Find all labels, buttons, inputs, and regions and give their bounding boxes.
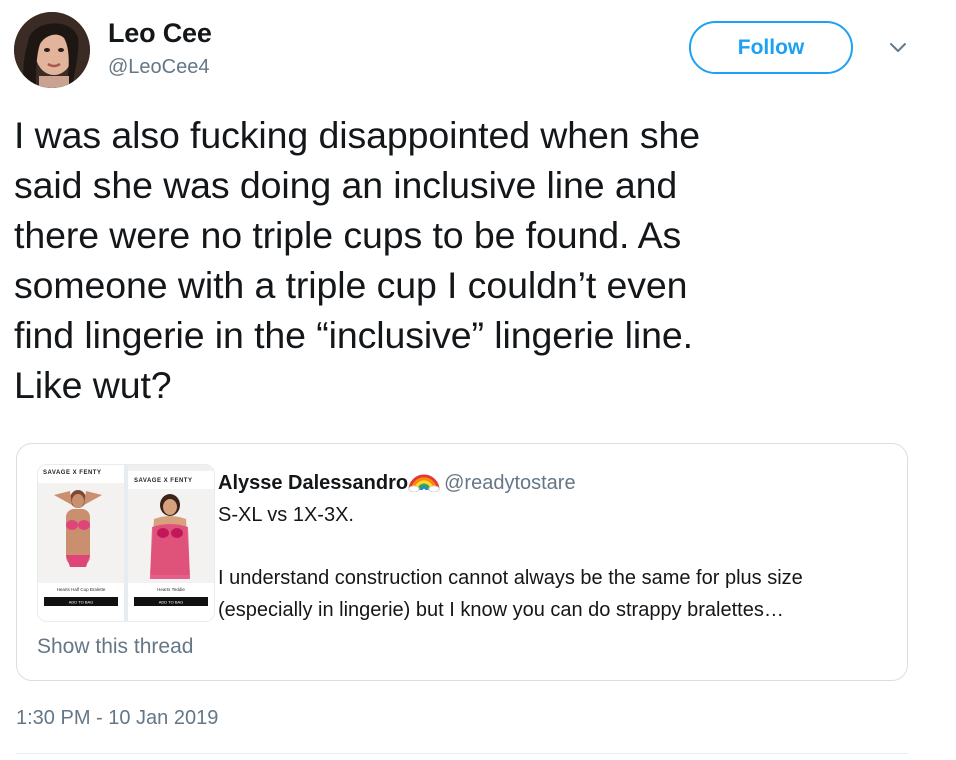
rainbow-emoji-icon: [408, 468, 440, 493]
media-cta-right: ADD TO BAG: [159, 600, 184, 605]
media-brand-right: SAVAGE X FENTY: [134, 478, 192, 484]
user-avatar-photo: [14, 12, 90, 88]
tweet-text: I was also fucking disappointed when she…: [14, 110, 914, 410]
chevron-down-icon[interactable]: [887, 37, 909, 59]
media-cta-left: ADD TO BAG: [69, 600, 94, 605]
quoted-tweet-header[interactable]: Alysse Dalessandro @readytostare: [218, 468, 576, 495]
tweet-text-line: someone with a triple cup I couldn’t eve…: [14, 264, 688, 306]
quoted-text-line: S-XL vs 1X-3X.: [218, 504, 354, 526]
tweet: Leo Cee @LeoCee4 Follow I was also fucki…: [0, 0, 956, 760]
tweet-text-line: I was also fucking disappointed when she: [14, 114, 701, 156]
show-thread-link[interactable]: Show this thread: [37, 635, 193, 659]
tweet-text-line: Like wut?: [14, 364, 172, 406]
quoted-handle[interactable]: @readytostare: [444, 472, 575, 494]
tweet-text-line: there were no triple cups to be found. A…: [14, 214, 682, 256]
media-brand-left: SAVAGE X FENTY: [43, 470, 101, 476]
author-display-name[interactable]: Leo Cee: [108, 18, 212, 49]
author-avatar[interactable]: [14, 12, 90, 88]
author-handle[interactable]: @LeoCee4: [108, 56, 209, 79]
quoted-text-line: (especially in lingerie) but I know you …: [218, 598, 784, 621]
quoted-text-line: I understand construction cannot always …: [218, 567, 803, 589]
media-product-left: Hearts Half Cup Bralette: [57, 587, 106, 592]
quoted-tweet-text: S-XL vs 1X-3X. I understand construction…: [218, 500, 898, 626]
media-product-right: Hearts Teddie: [157, 587, 185, 592]
tweet-text-line: find lingerie in the “inclusive” lingeri…: [14, 314, 693, 356]
follow-button[interactable]: Follow: [689, 21, 853, 74]
tweet-timestamp[interactable]: 1:30 PM - 10 Jan 2019: [16, 707, 218, 730]
divider: [16, 753, 908, 754]
tweet-text-line: said she was doing an inclusive line and: [14, 164, 678, 206]
quoted-tweet-media[interactable]: SAVAGE X FENTY Hearts Half Cup Bralette …: [37, 464, 215, 622]
quoted-tweet-card[interactable]: SAVAGE X FENTY Hearts Half Cup Bralette …: [16, 443, 908, 681]
quoted-display-name[interactable]: Alysse Dalessandro: [218, 472, 408, 494]
